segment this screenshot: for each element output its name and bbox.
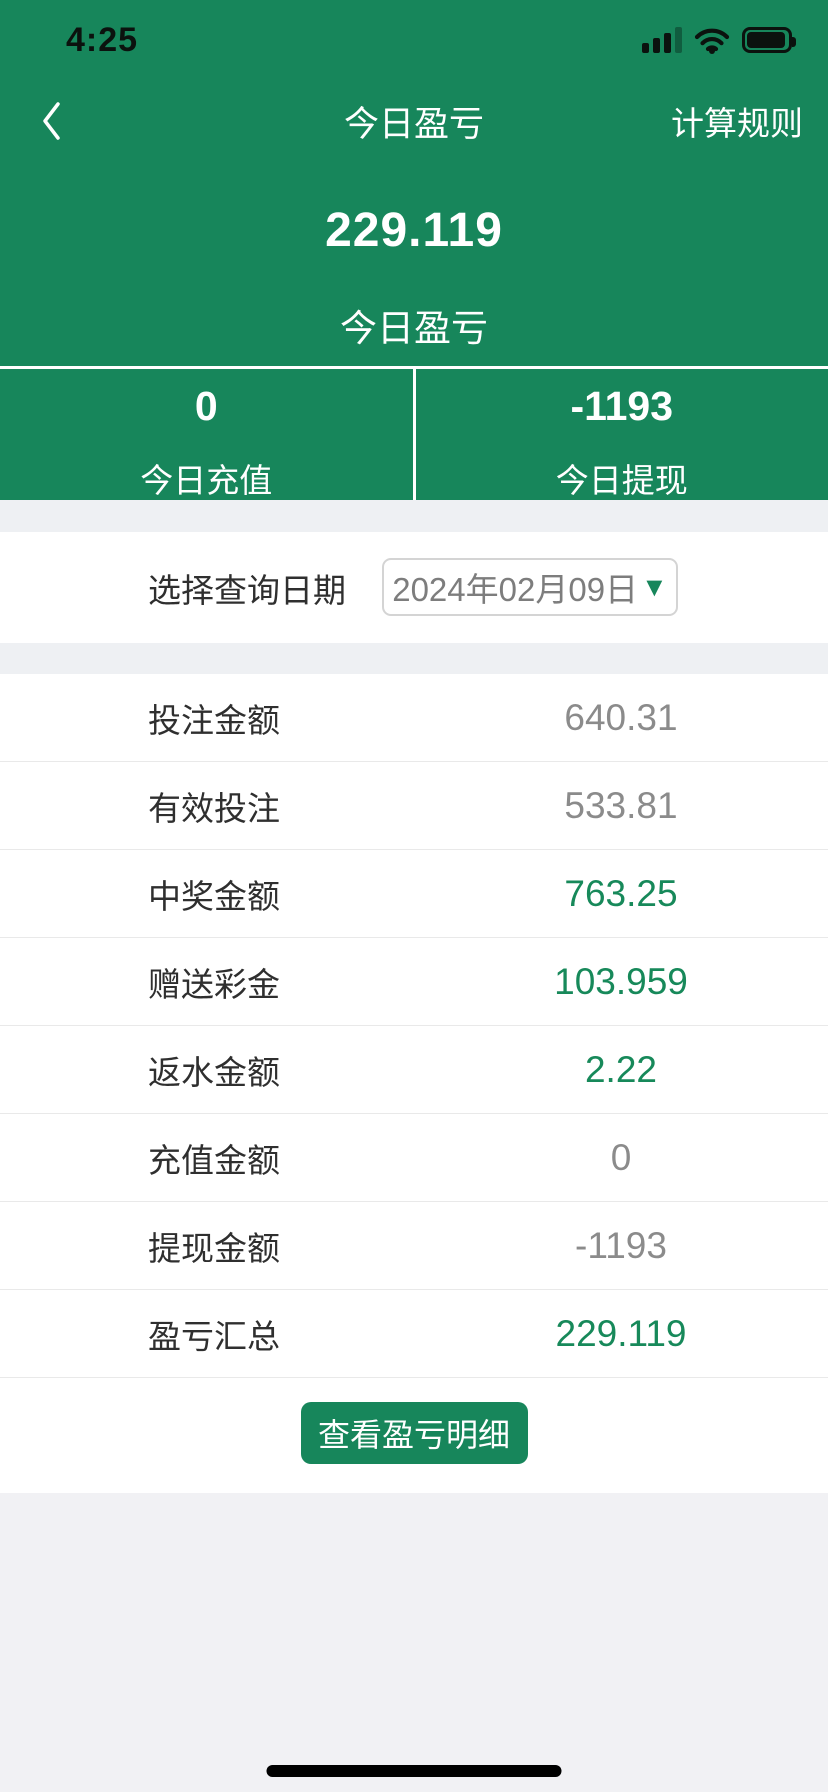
row-value: 763.25 <box>414 850 828 938</box>
date-filter-row: 选择查询日期 2024年02月09日 ▼ <box>0 532 828 643</box>
button-area: 查看盈亏明细 <box>0 1378 828 1493</box>
list-item-withdraw: 提现金额 -1193 <box>0 1202 828 1290</box>
list-item-bonus: 赠送彩金 103.959 <box>0 938 828 1026</box>
signal-strength-icon <box>642 27 682 53</box>
row-label: 提现金额 <box>148 1202 280 1290</box>
row-label: 充值金额 <box>148 1114 280 1202</box>
navbar: 今日盈亏 计算规则 <box>0 86 828 156</box>
today-deposit-label: 今日充值 <box>0 454 413 502</box>
list-item-deposit: 充值金额 0 <box>0 1114 828 1202</box>
view-profit-detail-button[interactable]: 查看盈亏明细 <box>301 1402 528 1464</box>
row-value: 103.959 <box>414 938 828 1026</box>
today-stats: 0 今日充值 -1193 今日提现 <box>0 366 828 500</box>
date-picker-value: 2024年02月09日 <box>392 563 638 611</box>
spacer <box>0 500 828 532</box>
today-withdraw-value: -1193 <box>416 383 828 430</box>
profit-detail-list: 投注金额 640.31 有效投注 533.81 中奖金额 763.25 赠送彩金… <box>0 674 828 1378</box>
home-indicator[interactable] <box>267 1765 562 1777</box>
today-withdraw-cell: -1193 今日提现 <box>416 369 828 500</box>
row-value: 640.31 <box>414 674 828 762</box>
today-profit-label: 今日盈亏 <box>0 298 828 352</box>
status-icons <box>642 27 792 54</box>
list-item-valid-bet: 有效投注 533.81 <box>0 762 828 850</box>
row-label: 返水金额 <box>148 1026 280 1114</box>
list-item-rebate: 返水金额 2.22 <box>0 1026 828 1114</box>
spacer <box>0 643 828 674</box>
calculation-rules-link[interactable]: 计算规则 <box>671 97 803 145</box>
header: 4:25 今日盈亏 计算规则 229.119 今日盈亏 <box>0 0 828 366</box>
battery-icon <box>742 27 792 53</box>
row-value: 229.119 <box>414 1290 828 1378</box>
caret-down-icon: ▼ <box>641 574 668 601</box>
footer <box>0 1493 828 1792</box>
today-deposit-value: 0 <box>0 383 413 430</box>
list-item-winning-amount: 中奖金额 763.25 <box>0 850 828 938</box>
row-value: 533.81 <box>414 762 828 850</box>
row-value: 0 <box>414 1114 828 1202</box>
row-value: -1193 <box>414 1202 828 1290</box>
today-profit-amount: 229.119 <box>0 203 828 258</box>
list-item-bet-amount: 投注金额 640.31 <box>0 674 828 762</box>
row-label: 赠送彩金 <box>148 938 280 1026</box>
row-label: 有效投注 <box>148 762 280 850</box>
status-time: 4:25 <box>66 21 138 60</box>
today-withdraw-label: 今日提现 <box>416 454 828 502</box>
row-value: 2.22 <box>414 1026 828 1114</box>
date-filter-label: 选择查询日期 <box>148 532 346 643</box>
today-deposit-cell: 0 今日充值 <box>0 369 416 500</box>
list-item-profit-summary: 盈亏汇总 229.119 <box>0 1290 828 1378</box>
row-label: 盈亏汇总 <box>148 1290 280 1378</box>
wifi-icon <box>694 27 730 54</box>
row-label: 中奖金额 <box>148 850 280 938</box>
date-picker-dropdown[interactable]: 2024年02月09日 ▼ <box>382 558 678 616</box>
row-label: 投注金额 <box>148 674 280 762</box>
status-bar: 4:25 <box>0 0 828 66</box>
